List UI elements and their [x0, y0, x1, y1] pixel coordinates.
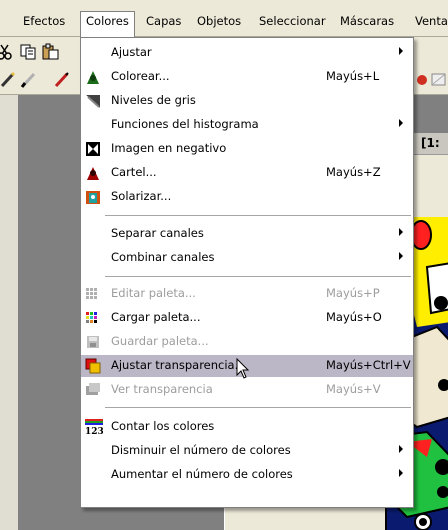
count-colors-icon: 123: [85, 419, 104, 437]
menu-item-label: Funciones del histograma: [111, 117, 259, 131]
menu-item-label: Editar paleta...: [111, 286, 196, 300]
posterize-icon: [85, 165, 101, 181]
submenu-arrow-icon: [399, 47, 403, 55]
menu-item-funciones-histograma[interactable]: Funciones del histograma: [81, 114, 413, 136]
red-pencil-icon[interactable]: [54, 71, 71, 88]
submenu-arrow-icon: [399, 252, 403, 260]
menu-item-shortcut: Mayús+Ctrl+V: [326, 358, 411, 372]
load-palette-icon: [85, 310, 101, 326]
colores-menu: Ajustar Colorear... Mayús+L Niveles de g…: [80, 37, 414, 508]
menu-item-cartel[interactable]: Cartel... Mayús+Z: [81, 162, 413, 184]
copy-icon[interactable]: [20, 43, 37, 60]
menu-item-label: Cargar paleta...: [111, 310, 201, 324]
menu-item-aumentar-colores[interactable]: Aumentar el número de colores: [81, 464, 413, 486]
pencil-icon[interactable]: [0, 71, 17, 88]
transparency-icon: [85, 358, 101, 374]
red-dot-icon[interactable]: [414, 71, 431, 88]
menu-item-label: Ajustar: [111, 45, 152, 59]
menu-item-separar-canales[interactable]: Separar canales: [81, 223, 413, 245]
cut-icon[interactable]: [0, 43, 13, 60]
menu-item-contar-colores[interactable]: 123 Contar los colores: [81, 416, 413, 438]
colorize-icon: [85, 69, 101, 85]
menu-separator: [105, 215, 411, 216]
menu-item-label: Ajustar transparencia...: [111, 358, 246, 372]
menu-item-ajustar[interactable]: Ajustar: [81, 42, 413, 64]
menu-item-guardar-paleta: Guardar paleta...: [81, 331, 413, 353]
menu-item-colorear[interactable]: Colorear... Mayús+L: [81, 66, 413, 88]
document-title: [1:: [421, 136, 440, 150]
submenu-arrow-icon: [399, 119, 403, 127]
menu-item-shortcut: Mayús+V: [326, 382, 381, 396]
menu-item-solarizar[interactable]: Solarizar...: [81, 186, 413, 208]
mouse-cursor-icon: [236, 357, 250, 383]
menu-item-shortcut: Mayús+L: [326, 69, 380, 83]
view-transparency-icon: [85, 382, 101, 398]
solarize-icon: [85, 189, 101, 205]
menu-objetos[interactable]: Objetos: [192, 12, 246, 32]
menu-item-niveles-de-gris[interactable]: Niveles de gris: [81, 90, 413, 112]
menu-item-shortcut: Mayús+O: [326, 310, 382, 324]
tool-palette: [0, 95, 18, 530]
menu-item-cargar-paleta[interactable]: Cargar paleta... Mayús+O: [81, 307, 413, 329]
menubar: Efectos Colores Capas Objetos Selecciona…: [0, 0, 448, 38]
menu-mascaras[interactable]: Máscaras: [335, 12, 399, 32]
menu-seleccionar[interactable]: Seleccionar: [254, 12, 331, 32]
paste-icon[interactable]: [42, 43, 59, 60]
menu-item-label: Solarizar...: [111, 189, 172, 203]
menu-item-label: Combinar canales: [111, 250, 215, 264]
grayscale-icon: [85, 93, 101, 109]
menu-separator: [105, 407, 411, 408]
menu-capas[interactable]: Capas: [141, 12, 186, 32]
menu-item-label: Disminuir el número de colores: [111, 443, 291, 457]
submenu-arrow-icon: [399, 445, 403, 453]
menu-item-imagen-en-negativo[interactable]: Imagen en negativo: [81, 138, 413, 160]
menu-item-disminuir-colores[interactable]: Disminuir el número de colores: [81, 440, 413, 462]
menu-item-shortcut: Mayús+P: [326, 286, 380, 300]
menu-separator: [105, 276, 411, 277]
save-palette-icon: [85, 334, 101, 350]
menu-item-editar-paleta: Editar paleta... Mayús+P: [81, 283, 413, 305]
menu-ventana[interactable]: Venta: [410, 12, 448, 32]
count-colors-number: 123: [85, 427, 103, 435]
menu-item-label: Cartel...: [111, 165, 157, 179]
edit-palette-icon: [85, 286, 101, 302]
menu-item-label: Niveles de gris: [111, 93, 196, 107]
menu-item-label: Separar canales: [111, 226, 204, 240]
menu-item-label: Guardar paleta...: [111, 334, 209, 348]
menu-item-label: Ver transparencia: [111, 382, 213, 396]
submenu-arrow-icon: [399, 228, 403, 236]
menu-item-label: Aumentar el número de colores: [111, 467, 293, 481]
frame-icon[interactable]: [430, 71, 447, 88]
menu-item-label: Imagen en negativo: [111, 141, 227, 155]
submenu-arrow-icon: [399, 469, 403, 477]
menu-item-label: Colorear...: [111, 69, 170, 83]
negative-icon: [85, 141, 101, 157]
menu-colores[interactable]: Colores: [80, 11, 135, 38]
menu-efectos[interactable]: Efectos: [18, 12, 70, 32]
menu-item-label: Contar los colores: [111, 419, 215, 433]
menu-item-combinar-canales[interactable]: Combinar canales: [81, 247, 413, 269]
brush-icon[interactable]: [20, 71, 37, 88]
menu-item-shortcut: Mayús+Z: [326, 165, 381, 179]
